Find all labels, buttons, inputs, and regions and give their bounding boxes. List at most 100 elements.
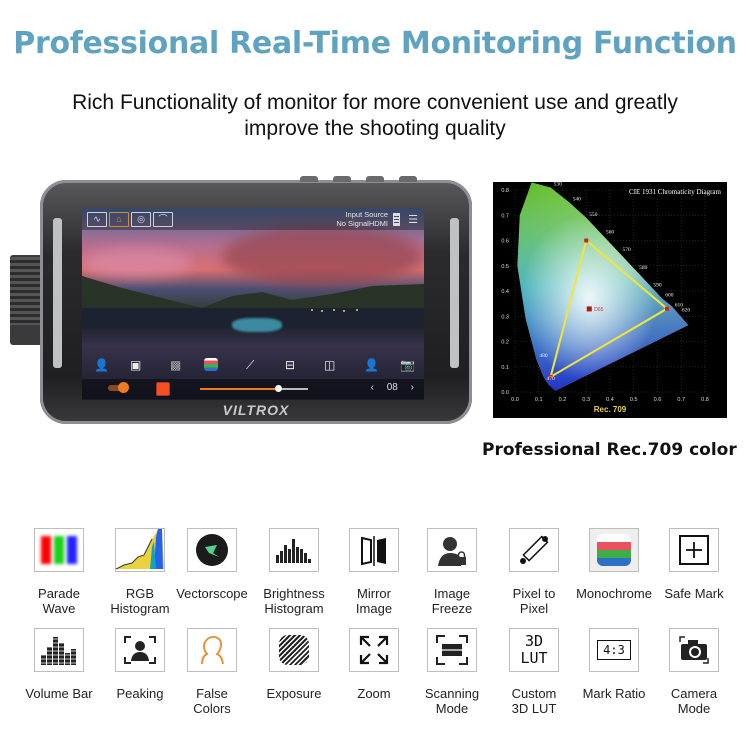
user-icon[interactable]: 👤 (94, 358, 109, 372)
mount-knob-cap (10, 325, 44, 345)
feature-item: Pixel to Pixel (489, 528, 579, 616)
white-point-marker (586, 306, 592, 312)
feature-item: Camera Mode (649, 628, 739, 716)
mirror-image-icon (349, 528, 399, 572)
x-tick-label: 0.3 (582, 397, 590, 403)
feature-label: Parade Wave (38, 586, 80, 616)
cie-chart: 0.0 0.1 0.2 0.3 0.4 0.5 0.6 0.7 0.8 0.0 0.1 0.2 0.3 0… (493, 182, 727, 418)
next-page-button[interactable]: › (411, 382, 414, 393)
chart-title: CIE 1931 Chromaticity Diagram (629, 188, 722, 196)
y-tick-label: 0.4 (501, 289, 509, 295)
brightness-slider[interactable] (200, 385, 308, 392)
boat (232, 318, 282, 332)
feature-label: Camera Mode (670, 686, 718, 716)
image-freeze-icon (427, 528, 477, 572)
gamut-vertex-green (584, 238, 589, 243)
wavelength-label: 570 (623, 247, 632, 253)
side-grip (53, 218, 62, 368)
exposure-icon (269, 628, 319, 672)
feature-item: Monochrome (569, 528, 659, 601)
feature-label: Volume Bar (25, 686, 93, 701)
feature-label: Monochrome (576, 586, 652, 601)
freeze-icon[interactable]: 👤 (364, 358, 379, 372)
wavelength-label: 550 (589, 212, 598, 218)
x-tick-label: 0.5 (630, 397, 638, 403)
function-icon-row: 👤 ▣ ▩ ⟋ ⊟ ◫ 👤 📷 (82, 358, 424, 378)
feature-label: Pixel to Pixel (512, 586, 556, 616)
feature-item: Volume Bar (14, 628, 104, 701)
histogram-icon[interactable]: ⌂ (109, 212, 129, 227)
hardware-button (399, 176, 417, 182)
monochrome-icon (589, 528, 639, 572)
page-indicator: ‹ 08 › (371, 382, 414, 393)
y-tick-label: 0.8 (501, 188, 509, 194)
battery-icon (393, 213, 400, 226)
slider-thumb[interactable] (274, 385, 282, 392)
mark-ratio-icon: 4:3 (589, 628, 639, 672)
y-tick-label: 0.0 (501, 390, 509, 396)
control-row: ‹ 08 › (82, 379, 424, 399)
feature-label: RGB Histogram (110, 586, 170, 616)
feature-item: Safe Mark (649, 528, 739, 601)
scanning-icon[interactable]: ⊟ (285, 358, 295, 372)
wavelength-label: 530 (554, 182, 563, 187)
brightness-histogram-icon (269, 528, 319, 572)
peaking-icon (115, 628, 165, 672)
x-tick-label: 0.4 (606, 397, 614, 403)
feature-label: Zoom (357, 686, 391, 701)
vectorscope-icon[interactable]: ◎ (131, 212, 151, 227)
exposure-icon[interactable]: ▩ (170, 358, 181, 372)
feature-item: False Colors (167, 628, 257, 716)
feature-label: Mirror Image (355, 586, 393, 616)
feature-label: Vectorscope (176, 586, 248, 601)
record-button[interactable] (156, 382, 170, 396)
scanning-mode-icon (427, 628, 477, 672)
x-tick-label: 0.8 (701, 397, 709, 403)
mirror-icon[interactable]: ◫ (324, 358, 335, 372)
wavelength-label: 470 (547, 376, 556, 382)
feature-item: Zoom (329, 628, 419, 701)
slider-fill (200, 388, 278, 390)
image-icon[interactable]: ⌒ (153, 212, 173, 227)
brand-logo: VILTROX (222, 402, 290, 418)
safe-mark-icon (669, 528, 719, 572)
y-tick-label: 0.5 (501, 264, 509, 270)
camera-icon[interactable]: 📷 (400, 358, 415, 372)
peaking-icon[interactable]: ▣ (130, 358, 141, 372)
settings-sliders-icon[interactable]: ☰ (408, 213, 418, 226)
feature-label: Exposure (266, 686, 322, 701)
hardware-button (366, 176, 384, 182)
y-tick-label: 0.1 (501, 365, 509, 371)
volume-bar-icon (34, 628, 84, 672)
feature-item: Exposure (249, 628, 339, 701)
feature-label: Brightness Histogram (263, 586, 325, 616)
feature-item: Mirror Image (329, 528, 419, 616)
feature-item: Vectorscope (167, 528, 257, 601)
feature-item: Scanning Mode (407, 628, 497, 716)
hardware-button (333, 176, 351, 182)
x-tick-label: 0.1 (535, 397, 543, 403)
feature-item: Parade Wave (14, 528, 104, 616)
zoom-icon (349, 628, 399, 672)
feature-label: False Colors (193, 686, 231, 716)
wavelength-label: 560 (606, 229, 615, 235)
input-source-label: Input Source (345, 210, 388, 219)
pixel-to-pixel-icon (509, 528, 559, 572)
page-number: 08 (386, 382, 398, 393)
prev-page-button[interactable]: ‹ (371, 382, 374, 393)
page-title: Professional Real-Time Monitoring Functi… (13, 26, 737, 61)
feature-item: 4:3 Mark Ratio (569, 628, 659, 701)
x-tick-label: 0.2 (559, 397, 567, 403)
side-grip (450, 218, 459, 368)
toggle-knob[interactable] (118, 382, 129, 393)
wavelength-label: 480 (539, 353, 548, 359)
feature-label: Image Freeze (431, 586, 473, 616)
waveform-icon[interactable]: ∿ (87, 212, 107, 227)
wavelength-label: 540 (573, 197, 582, 203)
pixel-to-pixel-icon[interactable]: ⟋ (246, 358, 254, 373)
monochrome-icon[interactable] (204, 358, 218, 371)
false-colors-icon (187, 628, 237, 672)
feature-label: Mark Ratio (582, 686, 646, 701)
wavelength-label: 580 (639, 265, 648, 271)
subtitle-line-1: Rich Functionality of monitor for more c… (72, 91, 678, 114)
